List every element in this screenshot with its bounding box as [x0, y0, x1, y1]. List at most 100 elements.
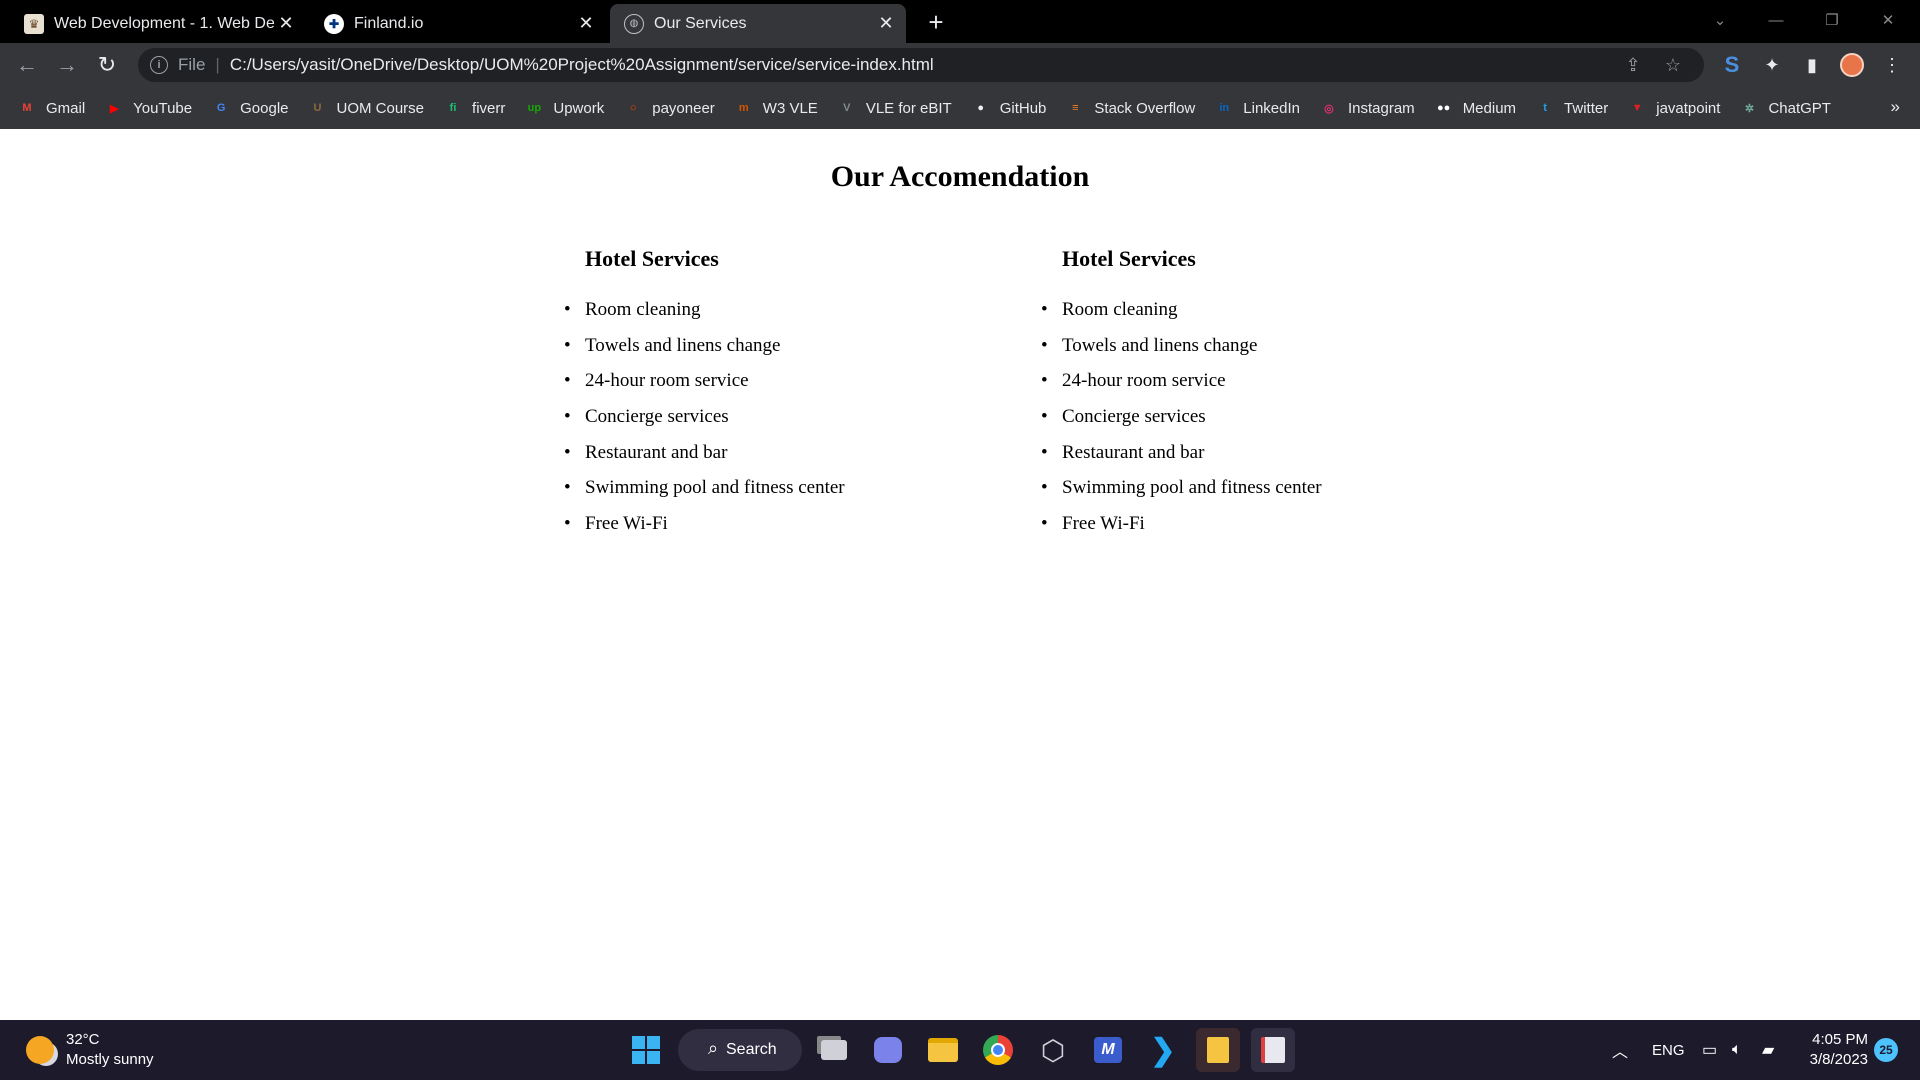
bookmark-w3-vle[interactable]: m W3 VLE: [735, 99, 818, 117]
bookmark-medium[interactable]: ●● Medium: [1435, 99, 1516, 117]
windows-logo-icon: [632, 1036, 660, 1064]
bookmark-twitter[interactable]: t Twitter: [1536, 99, 1608, 117]
file-explorer-icon[interactable]: [921, 1028, 965, 1072]
volume-icon[interactable]: 🔈︎: [1732, 1020, 1742, 1080]
javatpoint-icon: ▼: [1631, 102, 1643, 114]
new-tab-button[interactable]: +: [922, 7, 950, 37]
show-hidden-icons-chevron-icon[interactable]: ︿: [1612, 1020, 1628, 1080]
bookmark-vle-for-ebit[interactable]: V VLE for eBIT: [838, 99, 952, 117]
bookmark-label: GitHub: [999, 99, 1047, 117]
app-m-icon[interactable]: M: [1086, 1028, 1130, 1072]
gmail-icon: M: [22, 102, 32, 114]
tab-web-development[interactable]: ♛ Web Development - 1. Web Desi ✕: [10, 4, 306, 43]
tab-title: Web Development - 1. Web Desi: [54, 14, 274, 32]
tab-our-services[interactable]: ◍ Our Services ✕: [610, 4, 906, 43]
battery-icon[interactable]: ▰: [1762, 1020, 1774, 1080]
network-icon[interactable]: ▭: [1702, 1020, 1717, 1080]
bookmark-label: Upwork: [553, 99, 605, 117]
close-icon[interactable]: ✕: [574, 12, 598, 36]
bookmark-label: W3 VLE: [762, 99, 818, 117]
more-bookmarks-chevron-icon[interactable]: »: [1891, 97, 1900, 117]
side-panel-icon[interactable]: ▮: [1797, 50, 1827, 80]
bookmark-payoneer[interactable]: ○ payoneer: [624, 99, 715, 117]
instagram-icon: ◎: [1324, 102, 1334, 115]
bookmark-fiverr[interactable]: fi fiverr: [444, 99, 506, 117]
bookmark-label: UOM Course: [336, 99, 425, 117]
snipping-tool-icon[interactable]: [1251, 1028, 1295, 1072]
chatgpt-icon: ✲: [1744, 102, 1755, 115]
clock-time: 4:05 PM: [1812, 1031, 1868, 1048]
bookmark-label: javatpoint: [1656, 99, 1721, 117]
unity-icon[interactable]: ⬡: [1031, 1028, 1075, 1072]
bookmark-javatpoint[interactable]: ▼ javatpoint: [1628, 99, 1721, 117]
teams-chat-icon[interactable]: [866, 1028, 910, 1072]
vscode-icon[interactable]: ❯: [1141, 1028, 1185, 1072]
bookmark-star-icon[interactable]: ☆: [1658, 48, 1688, 82]
weather-temp: 32°C: [66, 1031, 100, 1048]
bookmark-chatgpt[interactable]: ✲ ChatGPT: [1740, 99, 1831, 117]
tab-strip: ♛ Web Development - 1. Web Desi ✕ ✚ Finl…: [0, 0, 1920, 43]
address-bar[interactable]: i File | C:/Users/yasit/OneDrive/Desktop…: [138, 48, 1704, 82]
list-item: Concierge services: [564, 406, 845, 442]
tab-search-chevron-icon[interactable]: ⌄: [1692, 0, 1748, 40]
notification-badge[interactable]: 25: [1874, 1038, 1898, 1062]
youtube-icon: ▶: [109, 102, 119, 115]
extensions-puzzle-icon[interactable]: ✦: [1757, 50, 1787, 80]
stackoverflow-icon: ≡: [1072, 102, 1079, 114]
partly-sunny-icon: [26, 1036, 54, 1064]
info-icon[interactable]: i: [150, 56, 168, 74]
clock[interactable]: 4:05 PM 3/8/2023: [1802, 1030, 1868, 1070]
bookmark-stack-overflow[interactable]: ≡ Stack Overflow: [1066, 99, 1195, 117]
bookmark-upwork[interactable]: up Upwork: [525, 99, 605, 117]
bookmark-label: Instagram: [1347, 99, 1415, 117]
list-item: Swimming pool and fitness center: [564, 477, 845, 513]
forward-button[interactable]: →: [52, 50, 82, 80]
github-icon: ●: [977, 102, 985, 114]
url-text[interactable]: C:/Users/yasit/OneDrive/Desktop/UOM%20Pr…: [230, 55, 934, 75]
list-item: Restaurant and bar: [1041, 442, 1322, 478]
list-item: Free Wi-Fi: [564, 513, 845, 549]
profile-avatar[interactable]: [1837, 50, 1867, 80]
taskbar-search[interactable]: ⌕ Search: [678, 1029, 802, 1071]
bookmark-gmail[interactable]: M Gmail: [18, 99, 85, 117]
list-item: Room cleaning: [1041, 299, 1322, 335]
bookmark-label: Stack Overflow: [1094, 99, 1196, 117]
bookmark-uom-course[interactable]: U UOM Course: [309, 99, 425, 117]
close-window-button[interactable]: ✕: [1860, 0, 1916, 40]
restore-button[interactable]: ❐: [1804, 0, 1860, 40]
list-item: Free Wi-Fi: [1041, 513, 1322, 549]
bookmark-github[interactable]: ● GitHub: [972, 99, 1047, 117]
task-view-icon[interactable]: [812, 1028, 856, 1072]
payoneer-icon: ○: [629, 102, 637, 114]
sticky-notes-icon[interactable]: [1196, 1028, 1240, 1072]
close-icon[interactable]: ✕: [274, 12, 298, 36]
bookmark-label: Gmail: [46, 99, 86, 117]
twitter-icon: t: [1543, 102, 1547, 114]
bookmark-google[interactable]: G Google: [212, 99, 289, 117]
weather-widget[interactable]: 32°C Mostly sunny: [26, 1030, 154, 1070]
chrome-icon[interactable]: [976, 1028, 1020, 1072]
share-icon[interactable]: ⇪: [1618, 48, 1648, 82]
bookmark-instagram[interactable]: ◎ Instagram: [1320, 99, 1415, 117]
minimize-button[interactable]: —: [1748, 0, 1804, 40]
menu-kebab-icon[interactable]: ⋮: [1877, 50, 1907, 80]
tab-finland[interactable]: ✚ Finland.io ✕: [310, 4, 606, 43]
column-title: Hotel Services: [1062, 246, 1196, 271]
search-icon: ⌕: [708, 1038, 719, 1058]
windows-taskbar: 32°C Mostly sunny ⌕ Search ⬡ M ❯ ︿ ENG ▭…: [0, 1020, 1920, 1080]
bookmark-label: ChatGPT: [1768, 99, 1831, 117]
back-button[interactable]: ←: [12, 50, 42, 80]
bookmark-linkedin[interactable]: in LinkedIn: [1215, 99, 1300, 117]
list-item: 24-hour room service: [564, 370, 845, 406]
close-icon[interactable]: ✕: [874, 12, 898, 36]
tab-title: Our Services: [654, 14, 747, 32]
extension-s-icon[interactable]: S: [1717, 50, 1747, 80]
bookmark-label: YouTube: [133, 99, 193, 117]
bookmark-youtube[interactable]: ▶ YouTube: [105, 99, 192, 117]
upwork-icon: up: [527, 102, 542, 114]
language-indicator[interactable]: ENG: [1652, 1020, 1685, 1080]
browser-toolbar: ← → ↻ i File | C:/Users/yasit/OneDrive/D…: [0, 43, 1920, 87]
list-item: Towels and linens change: [1041, 335, 1322, 371]
start-button[interactable]: [624, 1028, 668, 1072]
reload-button[interactable]: ↻: [92, 50, 122, 80]
